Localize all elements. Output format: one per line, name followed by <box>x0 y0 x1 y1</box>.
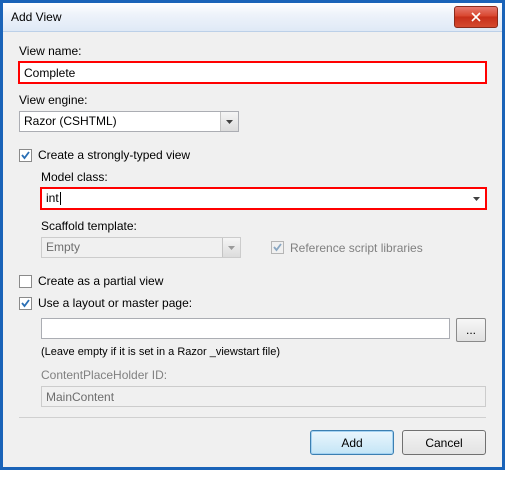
use-layout-checkbox[interactable] <box>19 297 32 310</box>
use-layout-label: Use a layout or master page: <box>38 296 192 310</box>
separator <box>19 417 486 418</box>
chevron-down-icon <box>222 238 240 257</box>
partial-view-row: Create as a partial view <box>19 274 486 288</box>
chevron-down-icon <box>468 189 485 208</box>
close-button[interactable] <box>454 6 498 28</box>
reference-scripts-checkbox <box>271 241 284 254</box>
browse-button[interactable]: ... <box>456 318 486 342</box>
use-layout-row: Use a layout or master page: <box>19 296 486 310</box>
strongly-typed-label: Create a strongly-typed view <box>38 148 190 162</box>
content-placeholder-input <box>41 386 486 407</box>
strongly-typed-row: Create a strongly-typed view <box>19 148 486 162</box>
view-engine-combo[interactable]: Razor (CSHTML) <box>19 111 239 132</box>
text-caret <box>60 192 61 205</box>
model-class-value: int <box>42 189 468 208</box>
partial-view-checkbox[interactable] <box>19 275 32 288</box>
scaffold-template-value: Empty <box>42 238 222 257</box>
add-button[interactable]: Add <box>310 430 394 455</box>
view-engine-value: Razor (CSHTML) <box>20 112 220 131</box>
cancel-button[interactable]: Cancel <box>402 430 486 455</box>
strongly-typed-checkbox[interactable] <box>19 149 32 162</box>
chevron-down-icon <box>220 112 238 131</box>
add-view-dialog: Add View View name: View engine: Razor (… <box>0 0 505 470</box>
button-row: Add Cancel <box>19 426 486 457</box>
view-name-label: View name: <box>19 44 486 58</box>
model-class-label: Model class: <box>41 170 486 184</box>
scaffold-template-label: Scaffold template: <box>41 219 486 233</box>
partial-view-label: Create as a partial view <box>38 274 163 288</box>
content-placeholder-label: ContentPlaceHolder ID: <box>41 368 486 382</box>
model-class-combo[interactable]: int <box>41 188 486 209</box>
close-icon <box>471 12 481 22</box>
layout-hint: (Leave empty if it is set in a Razor _vi… <box>41 346 486 358</box>
scaffold-template-combo: Empty <box>41 237 241 258</box>
layout-path-input[interactable] <box>41 318 450 339</box>
view-engine-label: View engine: <box>19 93 486 107</box>
dialog-content: View name: View engine: Razor (CSHTML) C… <box>3 32 502 467</box>
window-title: Add View <box>11 10 454 24</box>
titlebar: Add View <box>3 3 502 32</box>
view-name-input[interactable] <box>19 62 486 83</box>
reference-scripts-label: Reference script libraries <box>290 241 423 255</box>
